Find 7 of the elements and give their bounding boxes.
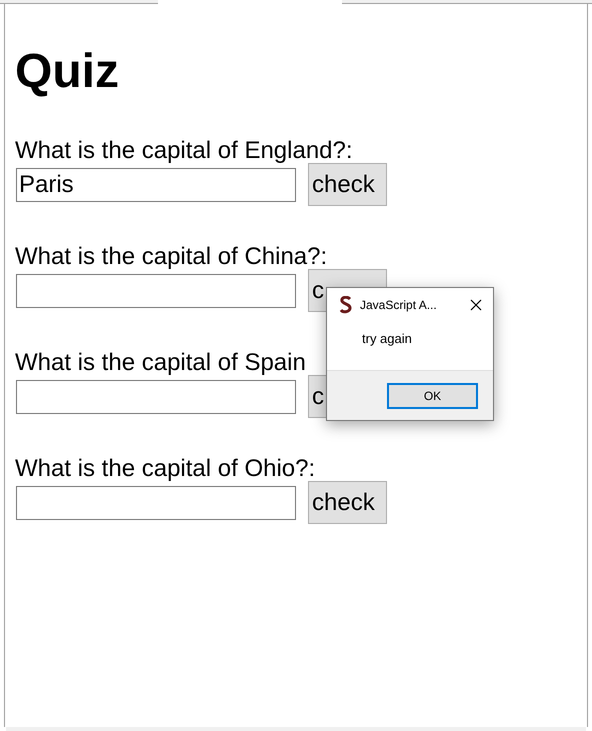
dialog-message: try again (362, 331, 412, 346)
question-label: What is the capital of Ohio?: (15, 455, 316, 483)
dialog-title: JavaScript A... (360, 297, 437, 314)
question-label: What is the capital of Spain (15, 349, 306, 377)
page-heading: Quiz (15, 48, 120, 96)
question-label: What is the capital of England?: (15, 137, 353, 165)
question-label: What is the capital of China?: (15, 243, 328, 271)
